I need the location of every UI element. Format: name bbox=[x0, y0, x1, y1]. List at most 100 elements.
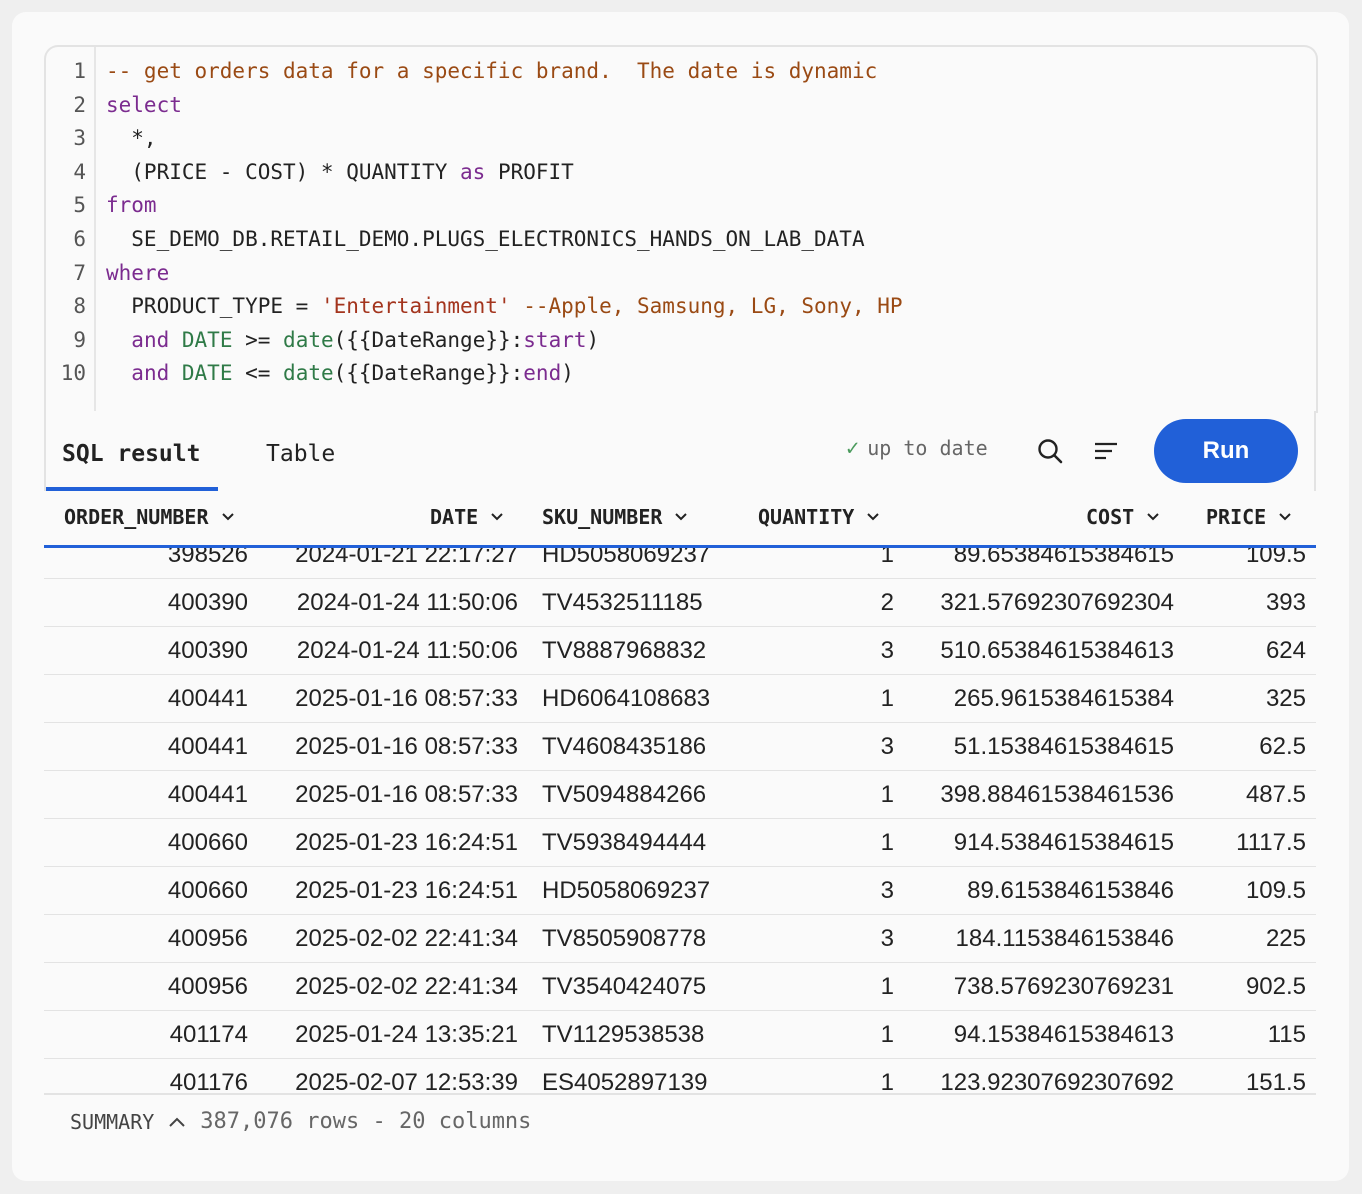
cell-date: 2024-01-24 11:50:06 bbox=[296, 637, 518, 664]
table-row[interactable]: 400441 2025-01-16 08:57:33 TV4608435186 3 51… bbox=[44, 722, 1316, 771]
code-token: SE_DEMO_DB.RETAIL_DEMO.PLUGS_ELECTRONICS… bbox=[106, 227, 865, 251]
cell-order-number: 400441 bbox=[167, 781, 248, 808]
table-row[interactable]: 400660 2025-01-23 16:24:51 TV5938494444 1 91… bbox=[44, 818, 1316, 867]
run-button[interactable]: Run bbox=[1154, 419, 1298, 483]
cell-order-number: 401176 bbox=[169, 1069, 248, 1094]
code-token: as bbox=[460, 159, 486, 184]
table-row[interactable]: 400956 2025-02-02 22:41:34 TV3540424075 1 73… bbox=[44, 962, 1316, 1011]
column-header-label: COST bbox=[1086, 505, 1135, 529]
column-header-order-number[interactable]: ORDER_NUMBER bbox=[64, 505, 235, 529]
chevron-down-icon bbox=[491, 513, 503, 521]
table-row[interactable]: 398526 2024-01-21 22:17:27 HD5058069237 1 89… bbox=[44, 548, 1316, 579]
table-row[interactable]: 401176 2025-02-07 12:53:39 ES4052897139 1 12… bbox=[44, 1058, 1316, 1094]
cell-price: 109.5 bbox=[1245, 548, 1306, 568]
cell-price: 624 bbox=[1265, 637, 1306, 664]
line-number: 9 bbox=[73, 327, 86, 352]
tab-table[interactable]: Table bbox=[266, 441, 335, 467]
code-token: PROFIT bbox=[485, 159, 574, 184]
code-token: and bbox=[131, 361, 170, 386]
code-token: PRODUCT_TYPE = bbox=[106, 294, 321, 319]
table-row[interactable]: 400956 2025-02-02 22:41:34 TV8505908778 3 18… bbox=[44, 914, 1316, 963]
code-token: (PRICE - COST) * QUANTITY bbox=[106, 159, 461, 184]
cell-date: 2025-01-24 13:35:21 bbox=[295, 1021, 518, 1048]
status-indicator: ✓ up to date bbox=[846, 436, 988, 461]
cell-order-number: 400441 bbox=[167, 685, 248, 712]
cell-quantity: 3 bbox=[880, 637, 894, 664]
code-token: -- get orders data for a specific brand.… bbox=[106, 59, 878, 83]
line-number: 4 bbox=[73, 159, 86, 184]
table-row[interactable]: 400441 2025-01-16 08:57:33 TV5094884266 1 39… bbox=[44, 770, 1316, 819]
column-header-label: ORDER_NUMBER bbox=[64, 505, 209, 529]
cell-price: 393 bbox=[1265, 589, 1306, 616]
cell-date: 2025-01-16 08:57:33 bbox=[295, 685, 518, 712]
row-count: 387,076 rows - 20 columns bbox=[200, 1109, 532, 1134]
cell-date: 2025-01-16 08:57:33 bbox=[295, 733, 518, 760]
code-token: >= bbox=[232, 327, 284, 352]
cell-order-number: 400660 bbox=[167, 877, 248, 904]
cell-order-number: 400956 bbox=[167, 925, 248, 952]
line-number: 7 bbox=[73, 260, 86, 285]
code-token: DATE bbox=[181, 327, 233, 352]
code-line: (PRICE - COST) * QUANTITY as PROFIT bbox=[106, 160, 574, 184]
chevron-down-icon bbox=[1147, 513, 1159, 521]
table-row[interactable]: 400390 2024-01-24 11:50:06 TV4532511185 2 32… bbox=[44, 578, 1316, 627]
cell-date: 2025-02-02 22:41:34 bbox=[295, 925, 518, 952]
tab-sql-result[interactable]: SQL result bbox=[62, 441, 200, 467]
column-header-label: QUANTITY bbox=[758, 505, 855, 529]
table-row[interactable]: 400660 2025-01-23 16:24:51 HD5058069237 3 89… bbox=[44, 866, 1316, 915]
cell-order-number: 401174 bbox=[169, 1021, 248, 1048]
cell-date: 2025-02-02 22:41:34 bbox=[295, 973, 518, 1000]
cell-quantity: 1 bbox=[880, 973, 894, 1000]
cell-price: 1117.5 bbox=[1236, 829, 1306, 856]
cell-cost: 89.6153846153846 bbox=[967, 877, 1174, 904]
status-text: up to date bbox=[867, 436, 988, 460]
code-token: and bbox=[131, 327, 170, 352]
summary-label: SUMMARY bbox=[70, 1109, 155, 1134]
table-row[interactable]: 400441 2025-01-16 08:57:33 HD6064108683 1 26… bbox=[44, 674, 1316, 723]
column-header-date[interactable]: DATE bbox=[430, 505, 504, 529]
code-line: and DATE >= date({{DateRange}}:start) bbox=[106, 328, 599, 352]
check-icon: ✓ bbox=[846, 436, 860, 461]
column-header-quantity[interactable]: QUANTITY bbox=[758, 505, 880, 529]
code-token: start bbox=[523, 327, 587, 352]
cell-quantity: 1 bbox=[880, 548, 894, 568]
chevron-up-icon[interactable] bbox=[168, 1116, 186, 1128]
cell-cost: 738.5769230769231 bbox=[953, 973, 1174, 1000]
cell-quantity: 1 bbox=[880, 1069, 894, 1094]
column-header-cost[interactable]: COST bbox=[1086, 505, 1160, 529]
column-header-price[interactable]: PRICE bbox=[1206, 505, 1292, 529]
chevron-down-icon bbox=[1279, 513, 1291, 521]
cell-cost: 184.1153846153846 bbox=[955, 925, 1174, 952]
sql-editor[interactable]: 1 2 3 4 5 6 7 8 9 10 -- get orders data for a spe… bbox=[44, 45, 1318, 413]
result-tabs: SQL result Table ✓ up to date Run bbox=[44, 411, 1316, 491]
chevron-down-icon bbox=[867, 513, 880, 521]
cell-price: 62.5 bbox=[1259, 733, 1306, 760]
result-grid[interactable]: 398526 2024-01-21 22:17:27 HD5058069237 1 89… bbox=[44, 548, 1316, 1094]
summary-bar[interactable]: SUMMARY 387,076 rows - 20 columns bbox=[70, 1109, 531, 1134]
cell-order-number: 400956 bbox=[167, 973, 248, 1000]
cell-date: 2025-01-23 16:24:51 bbox=[295, 829, 518, 856]
cell-cost: 398.88461538461536 bbox=[940, 781, 1174, 808]
line-number-gutter: 1 2 3 4 5 6 7 8 9 10 bbox=[46, 47, 96, 413]
line-number: 10 bbox=[60, 361, 86, 386]
cell-cost: 123.92307692307692 bbox=[940, 1069, 1174, 1094]
table-row[interactable]: 401174 2025-01-24 13:35:21 TV1129538538 1 94… bbox=[44, 1010, 1316, 1059]
cell-sku-number: TV5938494444 bbox=[542, 829, 707, 856]
cell-price: 487.5 bbox=[1245, 781, 1306, 808]
cell-order-number: 400441 bbox=[167, 733, 248, 760]
code-token: date bbox=[283, 361, 334, 386]
table-row[interactable]: 400390 2024-01-24 11:50:06 TV8887968832 3 51… bbox=[44, 626, 1316, 675]
search-button[interactable] bbox=[1032, 433, 1068, 469]
cell-date: 2025-02-07 12:53:39 bbox=[295, 1069, 518, 1094]
code-token: --Apple, Samsung, LG, Sony, HP bbox=[510, 294, 903, 319]
line-number: 6 bbox=[73, 227, 86, 251]
chevron-down-icon bbox=[675, 513, 688, 521]
cell-quantity: 3 bbox=[880, 925, 894, 952]
cell-sku-number: TV1129538538 bbox=[542, 1021, 705, 1048]
cell-order-number: 400390 bbox=[167, 637, 248, 664]
format-button[interactable] bbox=[1088, 433, 1124, 469]
cell-sku-number: TV8505908778 bbox=[542, 925, 707, 952]
column-header-sku-number[interactable]: SKU_NUMBER bbox=[542, 505, 688, 529]
